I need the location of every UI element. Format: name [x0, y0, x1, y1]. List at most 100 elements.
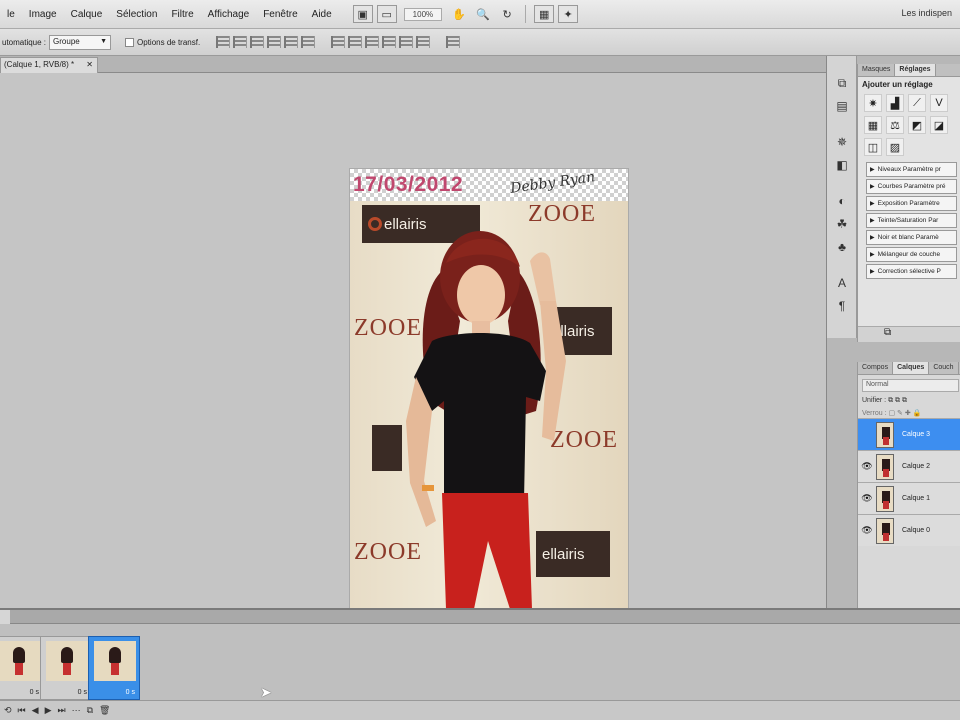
tab-masks[interactable]: Masques	[858, 64, 896, 76]
arrange-documents-icon[interactable]: ▦	[534, 5, 555, 23]
next-frame-icon[interactable]: ⏭	[58, 705, 66, 716]
return-to-list-icon[interactable]: ⧉	[884, 327, 891, 338]
screen-mode-icon[interactable]: ▭	[376, 5, 397, 23]
frame-delay[interactable]: 0 s	[78, 689, 87, 696]
histogram-icon[interactable]: ◧	[831, 155, 853, 175]
align-left-icon[interactable]	[267, 36, 282, 48]
photo-filter-icon[interactable]: ◪	[930, 116, 948, 134]
blend-mode-dropdown[interactable]: Normal	[862, 379, 959, 392]
menu-select[interactable]: Sélection	[109, 0, 164, 29]
layer-row[interactable]: 👁 Calque 2	[858, 450, 960, 482]
align-vcenter-icon[interactable]	[233, 36, 248, 48]
preset-item[interactable]: ▶ Teinte/Saturation Par	[866, 213, 957, 228]
navigator-icon[interactable]: ✵	[831, 132, 853, 152]
visibility-eye-icon[interactable]: 👁	[858, 461, 876, 472]
document-tab[interactable]: (Calque 1, RVB/8) * ✕	[0, 57, 98, 73]
layer-row[interactable]: 👁 Calque 1	[858, 482, 960, 514]
tab-adjustments[interactable]: Réglages	[895, 64, 936, 76]
gradient-map-icon[interactable]: ▨	[886, 138, 904, 156]
preset-item[interactable]: ▶ Correction sélective P	[866, 264, 957, 279]
align-right-icon[interactable]	[301, 36, 316, 48]
menu-image[interactable]: Image	[22, 0, 64, 29]
canvas-area[interactable]: 17/03/2012 Debby Ryan ellairis ZOOE ZOOE…	[0, 73, 826, 609]
menu-window[interactable]: Fenêtre	[256, 0, 304, 29]
transform-options-checkbox[interactable]	[125, 37, 135, 47]
distribute-right-icon[interactable]	[416, 36, 431, 48]
adjustments-title: Ajouter un réglage	[862, 80, 933, 89]
align-bottom-icon[interactable]	[250, 36, 265, 48]
levels-icon[interactable]: ▟	[886, 94, 904, 112]
distribute-top-icon[interactable]	[331, 36, 346, 48]
lock-label: Verrou :	[862, 410, 887, 417]
align-top-icon[interactable]	[216, 36, 231, 48]
separator	[525, 5, 527, 23]
preset-label: Mélangeur de couche	[877, 251, 941, 258]
unify-icons[interactable]: ⧉ ⧉ ⧉	[888, 397, 907, 404]
auto-align-layers-icon[interactable]	[446, 36, 461, 48]
previous-frame-icon[interactable]: ◀	[32, 705, 39, 716]
frame-delay[interactable]: 0 s	[30, 689, 39, 696]
mouse-cursor-icon: ➤	[260, 684, 272, 700]
expand-triangle-icon: ▶	[870, 235, 875, 241]
visibility-eye-icon[interactable]: 👁	[858, 493, 876, 504]
layer-row[interactable]: 👁 Calque 0	[858, 514, 960, 546]
loop-options-icon[interactable]: ⟲	[4, 705, 12, 716]
layer-name: Calque 1	[902, 495, 931, 502]
workspace-label[interactable]: Les indispen	[901, 8, 952, 18]
curves-icon[interactable]: ⟋	[908, 94, 926, 112]
rotate-view-icon[interactable]: ↻	[497, 5, 517, 23]
document-canvas[interactable]: 17/03/2012 Debby Ryan ellairis ZOOE ZOOE…	[350, 169, 628, 609]
preset-item[interactable]: ▶ Mélangeur de couche	[866, 247, 957, 262]
play-icon[interactable]: ▶	[45, 705, 52, 716]
animation-tab[interactable]	[0, 610, 10, 624]
hue-saturation-icon[interactable]: ▦	[864, 116, 882, 134]
animation-frame[interactable]: 0 s	[40, 636, 92, 700]
character-icon[interactable]: A	[831, 273, 853, 293]
menu-file[interactable]: le	[0, 0, 22, 29]
invert-icon[interactable]: ◫	[864, 138, 882, 156]
bridge-icon[interactable]: ▣	[352, 5, 373, 23]
menu-help[interactable]: Aide	[305, 0, 339, 29]
animation-frame[interactable]: 0 s	[88, 636, 140, 700]
close-icon[interactable]: ✕	[86, 60, 93, 69]
color-icon[interactable]: ◐	[831, 191, 853, 211]
styles-icon[interactable]: ♣	[831, 237, 853, 257]
preset-item[interactable]: ▶ Noir et blanc Paramè	[866, 230, 957, 245]
hand-tool-icon[interactable]: ✋	[449, 5, 469, 23]
visibility-eye-icon[interactable]: 👁	[858, 525, 876, 536]
tab-layers[interactable]: Calques	[893, 362, 930, 374]
layer-row[interactable]: Calque 3	[858, 418, 960, 450]
color-balance-icon[interactable]: ⚖	[886, 116, 904, 134]
brightness-icon[interactable]: ✷	[864, 94, 882, 112]
tween-icon[interactable]: ⋯	[72, 705, 81, 716]
align-hcenter-icon[interactable]	[284, 36, 299, 48]
menu-filter[interactable]: Filtre	[164, 0, 200, 29]
distribute-vcenter-icon[interactable]	[348, 36, 363, 48]
tab-channels[interactable]: Couch	[929, 362, 959, 374]
screen-mode-menu-icon[interactable]: ✦	[558, 5, 579, 23]
black-white-icon[interactable]: ◩	[908, 116, 926, 134]
menu-layer[interactable]: Calque	[64, 0, 110, 29]
distribute-bottom-icon[interactable]	[365, 36, 380, 48]
menu-view[interactable]: Affichage	[201, 0, 257, 29]
tab-layer-comps[interactable]: Compos	[858, 362, 894, 374]
animation-frame[interactable]: 0 s	[0, 636, 44, 700]
swatches-icon[interactable]: ☘	[831, 214, 853, 234]
preset-item[interactable]: ▶ Niveaux Paramètre pr	[866, 162, 957, 177]
history-icon[interactable]: ⧉	[831, 73, 853, 93]
zoom-tool-icon[interactable]: 🔍	[473, 5, 493, 23]
distribute-hcenter-icon[interactable]	[399, 36, 414, 48]
frame-delay[interactable]: 0 s	[126, 689, 135, 696]
first-frame-icon[interactable]: ⏮	[18, 705, 26, 716]
auto-select-dropdown[interactable]: Groupe ▼	[49, 34, 112, 50]
delete-frame-icon[interactable]: 🗑	[99, 705, 110, 716]
duplicate-frame-icon[interactable]: ⧉	[87, 705, 93, 716]
lock-icons[interactable]: ▢ ✎ ✚ 🔒	[888, 410, 921, 417]
preset-item[interactable]: ▶ Exposition Paramètre	[866, 196, 957, 211]
zoom-level-field[interactable]: 100%	[403, 7, 443, 21]
actions-icon[interactable]: ▤	[831, 96, 853, 116]
preset-item[interactable]: ▶ Courbes Paramètre pré	[866, 179, 957, 194]
vibrance-icon[interactable]: V	[930, 94, 948, 112]
distribute-left-icon[interactable]	[382, 36, 397, 48]
paragraph-icon[interactable]: ¶	[831, 296, 853, 316]
